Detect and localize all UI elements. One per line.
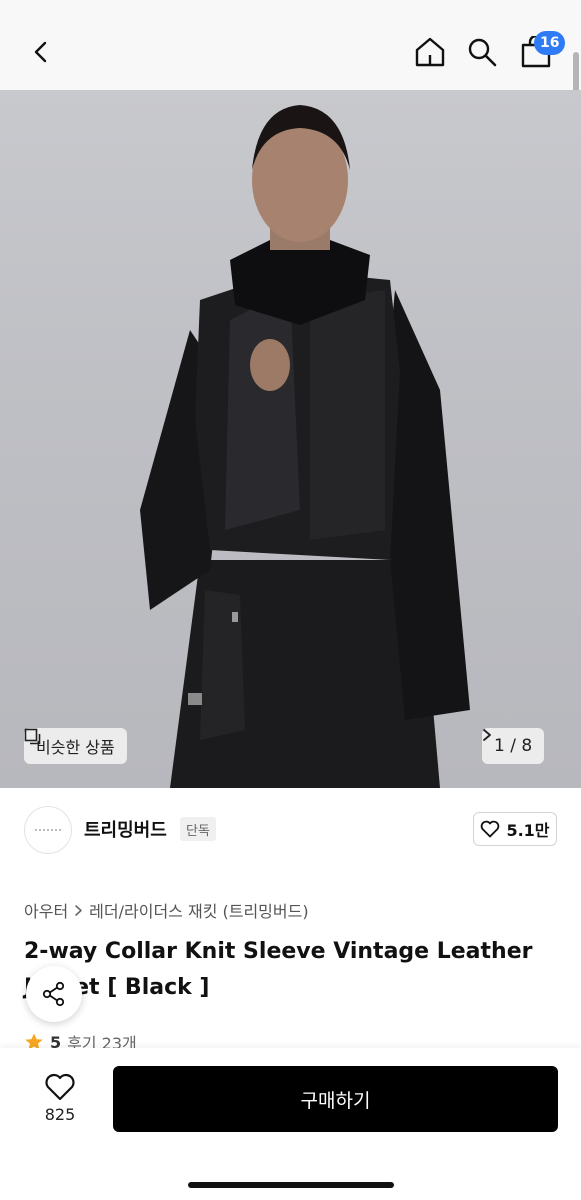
brand-like-button[interactable]: 5.1만	[473, 812, 557, 846]
similar-products-label: 비슷한 상품	[36, 738, 115, 757]
image-pager-text: 1 / 8	[494, 736, 533, 756]
breadcrumb-subcategory[interactable]: 레더/라이더스 재킷 (트리밍버드)	[89, 898, 308, 922]
product-image[interactable]: 비슷한 상품 1 / 8	[0, 90, 581, 788]
home-icon	[415, 37, 445, 67]
share-icon	[42, 981, 65, 1007]
share-button[interactable]	[26, 966, 82, 1022]
chevron-right-icon	[75, 904, 82, 916]
brand-logo-mark	[35, 829, 61, 831]
top-nav-bar: 16	[0, 0, 581, 90]
similar-icon	[24, 728, 41, 745]
breadcrumb: 아우터 레더/라이더스 재킷 (트리밍버드)	[24, 898, 309, 922]
cart-count-badge: 16	[534, 31, 566, 55]
search-icon	[468, 38, 497, 67]
home-indicator	[188, 1182, 394, 1188]
back-button[interactable]	[22, 32, 62, 72]
wishlist-button[interactable]: 825	[30, 1068, 90, 1128]
buy-button[interactable]: 구매하기	[113, 1066, 558, 1132]
home-button[interactable]	[410, 32, 450, 72]
heart-icon	[481, 820, 500, 838]
brand-name[interactable]: 트리밍버드	[84, 816, 167, 842]
brand-logo[interactable]	[24, 806, 72, 854]
heart-icon	[45, 1073, 75, 1100]
model-photo	[140, 105, 470, 788]
exclusive-badge: 단독	[180, 817, 216, 841]
similar-products-button[interactable]: 비슷한 상품	[24, 728, 127, 764]
image-pager[interactable]: 1 / 8	[482, 728, 545, 764]
wishlist-count: 825	[44, 1104, 76, 1124]
chevron-right-icon	[483, 729, 491, 741]
back-icon	[34, 41, 47, 63]
brand-like-count: 5.1만	[506, 821, 550, 840]
product-title: 2-way Collar Knit Sleeve Vintage Leather…	[24, 939, 533, 1000]
search-button[interactable]	[462, 32, 502, 72]
breadcrumb-category[interactable]: 아우터	[24, 898, 68, 922]
